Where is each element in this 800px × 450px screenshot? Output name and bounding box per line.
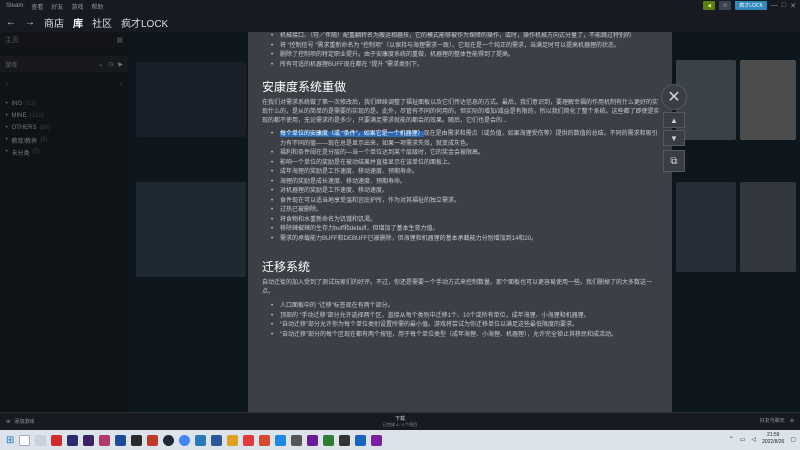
add-game-button[interactable]: ⊕ 添加游戏 — [6, 418, 35, 426]
list-item: 机械接口、（符／伴随）配重翻转名为搬运相器技，它的模式能够被作为保障的操作，或时… — [260, 32, 660, 42]
menu-games[interactable]: 游戏 — [71, 2, 83, 11]
system-tray: ⌃ ▭ ◁ 21:59 2022/8/26 ▢ — [729, 432, 796, 446]
steam-taskbar-icon[interactable] — [163, 434, 175, 446]
section-paragraph-wellbeing: 在我们对需求系统做了第一次修改后，我们继续调整了福祉面板以及它们传达信息的方式。… — [260, 99, 660, 126]
update-notes-document: 机械接口、（符／伴随）配重翻转名为搬运相器技，它的模式能够被作为保障的操作，或时… — [248, 32, 672, 412]
section-heading-wellbeing: 安康度系统重做 — [262, 80, 347, 94]
menubar: Steam 查看 好友 游戏 帮助 ◀ ✉ 疯才LOCK — □ ✕ — [0, 0, 800, 12]
app-icon[interactable] — [51, 434, 63, 446]
scroll-up-button[interactable]: ▲ — [663, 112, 685, 128]
list-item: 顶部的 “手动迁移”部分允许选择两个区，直接从每个类别中迁移1个、10个或所有单… — [260, 312, 660, 322]
chevron-up-icon: ▲ — [670, 115, 678, 125]
navbar: ← → 商店 库 社区 疯才LOCK — [0, 12, 800, 32]
app-icon[interactable] — [115, 434, 127, 446]
list-item: “自动迁移”部分的每个区现在都有两个按钮，用于每个单位类型（成年海狸、小海狸、机… — [260, 331, 660, 341]
notification-badge[interactable]: ◀ — [703, 1, 716, 10]
app-icon[interactable] — [275, 434, 287, 446]
library-bottom-bar: ⊕ 添加游戏 下载 已完成 4 / 4 个项目 好友与聊天 ⊕ — [0, 412, 800, 430]
list-item: 成年海狸的奖励是工作速度、移动速度、预期寿命。 — [260, 168, 660, 178]
clock[interactable]: 21:59 2022/8/26 — [762, 432, 784, 446]
task-view-icon[interactable] — [35, 434, 47, 446]
menu-friends[interactable]: 好友 — [51, 2, 63, 11]
back-arrow-icon[interactable]: ← — [6, 17, 16, 28]
plus-icon: ⊕ — [6, 418, 11, 425]
forward-arrow-icon[interactable]: → — [25, 17, 35, 28]
list-item: 每个单位的安康度（或 “条件”，如果它是一个机器狸）现在是由需求和需点（或负值，… — [260, 130, 660, 149]
list-item: 需求的承载能力BUFF和DEBUFF已被删除，但海狸和机器狸的基本承载能力分别增… — [260, 235, 660, 245]
app-icon[interactable] — [227, 434, 239, 446]
downloads-label: 下载 — [394, 416, 405, 422]
friends-chat-button[interactable]: 好友与聊天 ⊕ — [759, 417, 794, 425]
app-icon[interactable] — [131, 434, 143, 446]
windows-taskbar: ⊞ ⌃ ▭ ◁ 21:59 2022/8/26 ▢ — [0, 430, 800, 450]
migration-bullet-list: 人口面板中的 “迁移”标签现在有两个部分。 顶部的 “手动迁移”部分允许选择两个… — [260, 302, 660, 340]
nav-community[interactable]: 社区 — [92, 15, 112, 30]
nav-store[interactable]: 商店 — [44, 15, 64, 30]
app-icon[interactable] — [211, 434, 223, 446]
user-menu[interactable]: 疯才LOCK — [735, 1, 767, 10]
notification-icon[interactable]: ▢ — [790, 436, 796, 443]
list-item: 食件现在可以适当地享受温和宜庇护所，作为对其福祉的独立需求。 — [260, 197, 660, 207]
volume-icon[interactable]: ◁ — [751, 436, 756, 443]
downloads-button[interactable]: 下载 已完成 4 / 4 个项目 — [360, 415, 440, 428]
list-item: 人口面板中的 “迁移”标签现在有两个部分。 — [260, 302, 660, 312]
list-item: 将食物和水重新命名为饥饿和饥渴。 — [260, 216, 660, 226]
list-item: 移除辣椒辣的生存力buff和debuff，但增加了基本生育力值。 — [260, 225, 660, 235]
close-window-icon[interactable]: ✕ — [790, 2, 796, 10]
app-icon[interactable] — [323, 434, 335, 446]
menu-view[interactable]: 查看 — [31, 2, 43, 11]
nav-library[interactable]: 库 — [73, 15, 83, 30]
close-dialog-button[interactable]: ✕ — [661, 84, 687, 110]
list-item: 对机器狸的奖励是工作速度、移动速度。 — [260, 187, 660, 197]
inbox-button[interactable]: ✉ — [719, 1, 732, 10]
tray-chevron-icon[interactable]: ⌃ — [729, 436, 734, 443]
nav-profile[interactable]: 疯才LOCK — [121, 15, 168, 30]
list-item: 海狸的奖励是成长速度、移动速度、预期寿命。 — [260, 178, 660, 188]
menu-steam[interactable]: Steam — [6, 3, 23, 9]
list-item: 影响一个单位的奖励是在被动结果并直接显示在该单位的面板上。 — [260, 159, 660, 169]
scroll-down-button[interactable]: ▼ — [663, 130, 685, 146]
popout-button[interactable]: ⧉ — [663, 150, 685, 172]
close-icon: ✕ — [667, 89, 681, 106]
minimize-icon[interactable]: — — [771, 2, 778, 9]
list-item: 所有可适的机器狸BUFF现在都在 “提升 ”需求类别下。 — [260, 61, 660, 71]
list-item: 删除了控制项的特定职业提升。由于安康度系统的重做，机器狸的整体性能得到了提高。 — [260, 51, 660, 61]
friends-chat-label: 好友与聊天 — [759, 418, 785, 424]
app-icon[interactable] — [195, 434, 207, 446]
list-item: “自动迁移”部分允许你为每个单位类别设置所需的最小值。游戏将尝试为你迁移单位以满… — [260, 321, 660, 331]
wellbeing-bullet-list: 每个单位的安康度（或 “条件”，如果它是一个机器狸）现在是由需求和需点（或负值，… — [260, 130, 660, 244]
highlighted-text: 在我们对需求系统做了第一次修改后，我们继续调整了福祉面板以及它们传达信息的方式。… — [262, 100, 660, 124]
app-icon[interactable] — [371, 434, 383, 446]
intro-bullet-list: 机械接口、（符／伴随）配重翻转名为搬运相器技，它的模式能够被作为保障的操作，或时… — [260, 32, 660, 70]
app-icon[interactable] — [291, 434, 303, 446]
app-icon[interactable] — [179, 434, 191, 446]
app-icon[interactable] — [339, 434, 351, 446]
search-taskbar-icon[interactable] — [19, 434, 31, 446]
app-icon[interactable] — [83, 434, 95, 446]
highlighted-text: 每个单位的安康度（或 “条件”，如果它是一个机器狸） — [280, 131, 424, 137]
list-item: 福利和条件阈在是分层的—当一个单位达到某个层级时，它的奖金会被限高。 — [260, 149, 660, 159]
app-icon[interactable] — [307, 434, 319, 446]
list-item: 过热已被删除。 — [260, 206, 660, 216]
network-icon[interactable]: ▭ — [740, 436, 746, 443]
app-icon[interactable] — [355, 434, 367, 446]
section-paragraph-migration: 自动迁徙的加入受到了测试玩家们的好评。不过，你还是需要一个手动方式来控制数量。那… — [262, 280, 653, 295]
app-icon[interactable] — [243, 434, 255, 446]
chat-add-icon: ⊕ — [789, 417, 794, 424]
popout-icon: ⧉ — [670, 155, 678, 167]
section-heading-migration: 迁移系统 — [262, 260, 311, 274]
list-item: 将 “控制信号 ”需求重新命名为 “控制项”（以保持与海狸需求一致）。它现在是一… — [260, 42, 660, 52]
app-icon[interactable] — [259, 434, 271, 446]
clock-time: 21:59 — [766, 432, 780, 438]
add-game-label: 添加游戏 — [14, 419, 35, 425]
app-icon[interactable] — [147, 434, 159, 446]
windows-start-icon[interactable]: ⊞ — [6, 435, 14, 446]
app-icon[interactable] — [99, 434, 111, 446]
clock-date: 2022/8/26 — [762, 439, 785, 445]
app-icon[interactable] — [67, 434, 79, 446]
menu-help[interactable]: 帮助 — [91, 2, 103, 11]
downloads-status: 已完成 4 / 4 个项目 — [382, 422, 417, 427]
chevron-down-icon: ▼ — [670, 133, 678, 143]
maximize-icon[interactable]: □ — [782, 2, 786, 9]
